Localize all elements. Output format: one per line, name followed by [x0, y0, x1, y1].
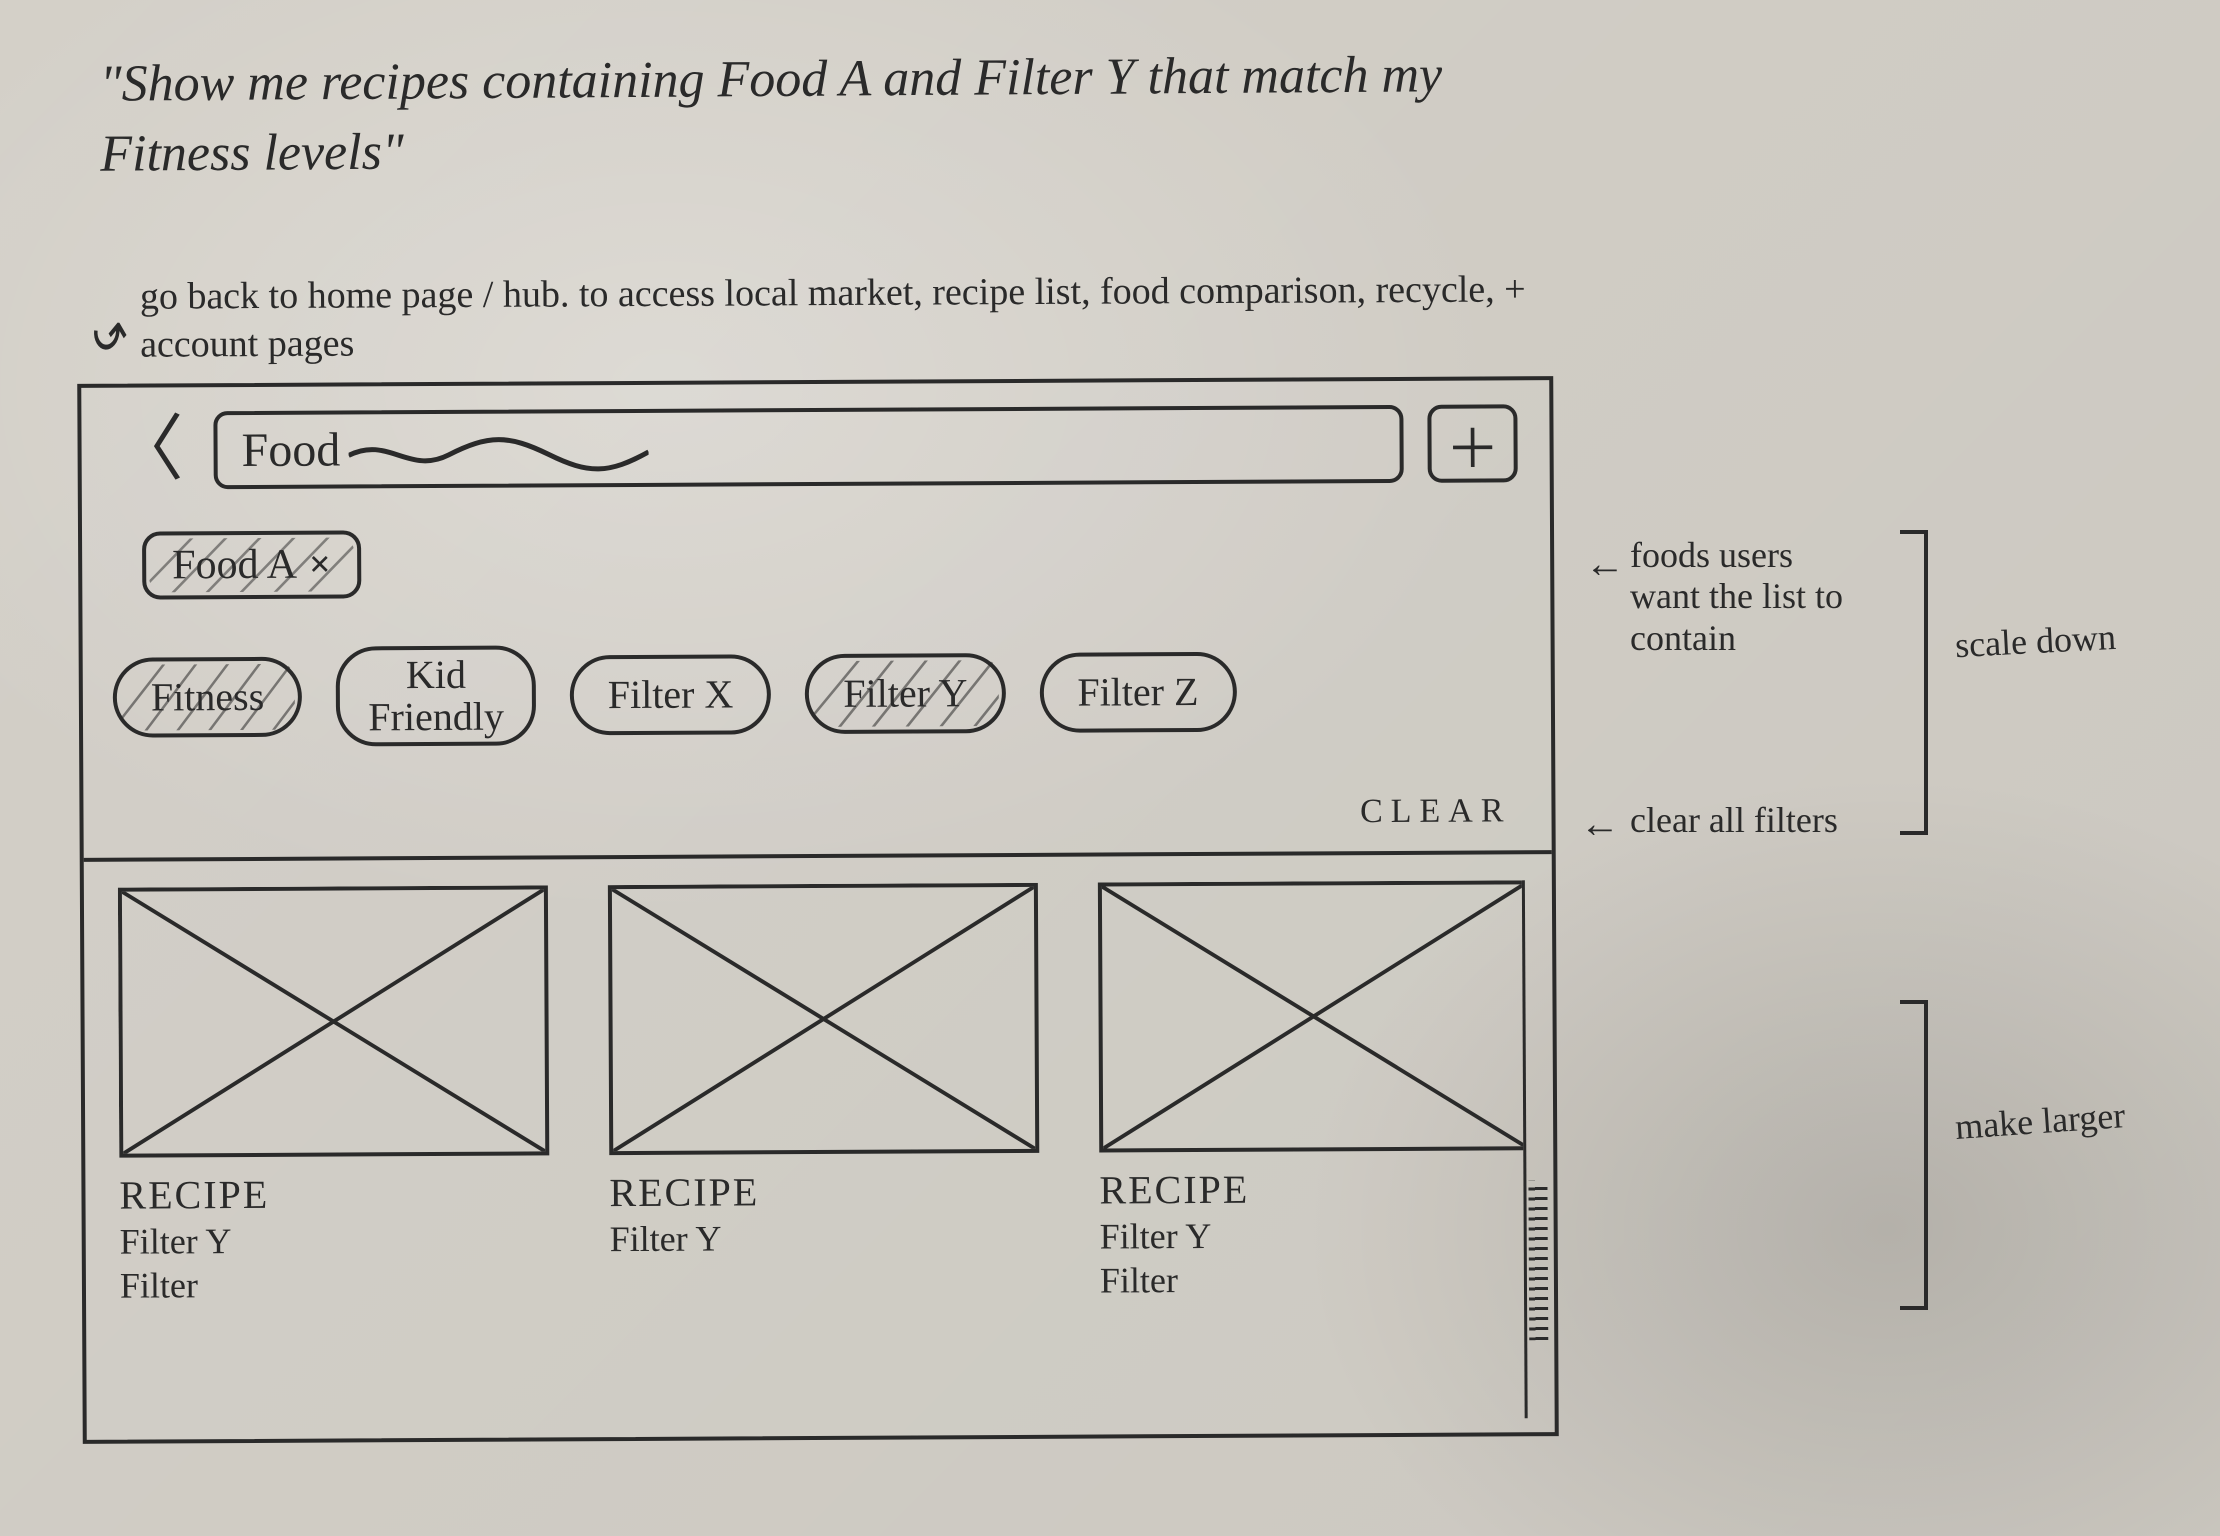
filter-label: Kid Friendly — [368, 654, 504, 739]
filter-label: Filter Y — [843, 672, 967, 715]
annotation-clear-filters: clear all filters — [1630, 800, 1850, 841]
recipe-subtitle: Filter — [1100, 1257, 1525, 1301]
food-chip-label: Food A — [172, 541, 297, 590]
add-food-button[interactable]: ＋ — [1427, 404, 1517, 482]
recipe-title: RECIPE — [1099, 1164, 1524, 1213]
selected-foods-row: Food A × — [82, 492, 1551, 600]
back-note-text: go back to home page / hub. to access lo… — [140, 268, 1526, 365]
app-wireframe: 〈 Food ＋ — [77, 376, 1559, 1444]
back-note: ↶ go back to home page / hub. to access … — [140, 266, 1540, 368]
filter-row: Fitness Kid Friendly Filter X — [82, 592, 1551, 758]
recipe-subtitle — [610, 1260, 1040, 1262]
pencil-hatch-icon — [120, 664, 296, 731]
image-placeholder-icon — [1098, 880, 1525, 1152]
filter-label: Fitness — [151, 676, 265, 719]
filter-label: Filter Z — [1077, 671, 1198, 714]
filter-pill-filter-z[interactable]: Filter Z — [1039, 652, 1237, 733]
back-button[interactable]: 〈 — [105, 421, 189, 479]
curved-arrow-icon: ↶ — [90, 291, 131, 369]
clear-filters-button[interactable]: CLEAR — [1360, 792, 1512, 831]
recipe-subtitle: Filter — [120, 1262, 550, 1306]
recipe-title: RECIPE — [119, 1169, 549, 1218]
plus-icon: ＋ — [1445, 404, 1499, 483]
annotation-scale-down: scale down — [1954, 615, 2156, 667]
section-divider — [84, 850, 1552, 862]
recipe-card[interactable]: RECIPE Filter Y — [608, 883, 1041, 1423]
pencil-hatch-icon — [812, 660, 998, 727]
annotation-make-larger: make larger — [1954, 1093, 2156, 1148]
filter-pill-fitness[interactable]: Fitness — [113, 657, 303, 738]
remove-icon[interactable]: × — [309, 543, 331, 587]
search-placeholder: Food — [241, 422, 340, 478]
bracket-icon — [1900, 1000, 1928, 1310]
chevron-left-icon: 〈 — [111, 410, 183, 490]
recipe-subtitle: Filter Y — [120, 1218, 550, 1262]
filter-label: Filter X — [608, 673, 734, 716]
filter-pill-kid-friendly[interactable]: Kid Friendly — [336, 645, 536, 746]
filter-pill-filter-y[interactable]: Filter Y — [805, 653, 1005, 734]
results-grid: RECIPE Filter Y Filter RECIPE Filter Y — [118, 880, 1525, 1425]
image-placeholder-icon — [118, 885, 549, 1157]
top-bar: 〈 Food ＋ — [81, 380, 1550, 500]
results-scrollbar[interactable] — [1522, 880, 1549, 1418]
handwriting-squiggle-icon — [348, 434, 648, 476]
scrollbar-thumb[interactable] — [1528, 1180, 1548, 1340]
food-search-input[interactable]: Food — [213, 405, 1403, 489]
recipe-subtitle: Filter Y — [1100, 1213, 1525, 1257]
image-placeholder-icon — [608, 883, 1039, 1155]
arrow-left-icon: ← — [1580, 800, 1620, 847]
recipe-title: RECIPE — [609, 1167, 1039, 1216]
scenario-quote: "Show me recipes containing Food A and F… — [100, 40, 1451, 190]
recipe-card[interactable]: RECIPE Filter Y Filter — [118, 885, 551, 1425]
recipe-card[interactable]: RECIPE Filter Y Filter — [1098, 880, 1525, 1420]
recipe-subtitle: Filter Y — [610, 1216, 1040, 1260]
annotation-foods: foods users want the list to contain — [1630, 535, 1860, 659]
arrow-left-icon: ← — [1585, 540, 1625, 587]
filter-pill-filter-x[interactable]: Filter X — [570, 654, 772, 735]
bracket-icon — [1900, 530, 1928, 835]
food-chip-food-a[interactable]: Food A × — [142, 530, 361, 599]
